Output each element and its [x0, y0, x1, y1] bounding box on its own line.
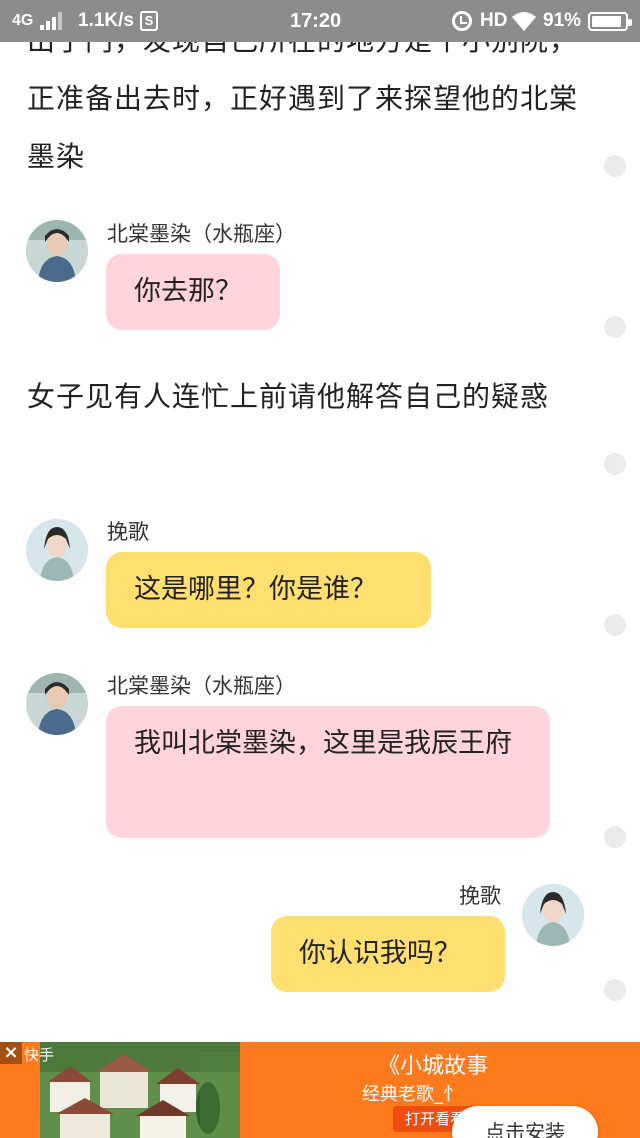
ad-image [40, 1042, 240, 1138]
avatar-beitang-moran[interactable] [26, 673, 88, 735]
network-type: 4G [12, 12, 34, 29]
message-bubble[interactable]: 你去那？ [106, 254, 280, 330]
clock: 17:20 [290, 10, 342, 32]
s-app-icon: S [140, 11, 158, 31]
wifi-icon [512, 12, 536, 31]
message-text: 我叫北棠墨染，这里是我辰王府 [134, 728, 512, 759]
speaker-name: 挽歌 [107, 520, 149, 544]
comment-dot[interactable] [604, 979, 626, 1001]
message-bubble[interactable]: 我叫北棠墨染，这里是我辰王府 [106, 706, 550, 838]
comment-dot[interactable] [604, 155, 626, 177]
story-paragraph: 女子见有人连忙上前请他解答自己的疑惑 [27, 380, 550, 413]
message-bubble[interactable]: 你认识我吗？ [271, 916, 505, 992]
ad-source-label: 快手 [24, 1046, 55, 1064]
ad-title: 《小城故事 [378, 1054, 489, 1079]
message-bubble[interactable]: 这是哪里？你是谁？ [106, 552, 431, 628]
speaker-name: 挽歌 [459, 884, 501, 908]
status-bar: 4G 1.1K/s S 17:20 HD 91% [0, 0, 640, 42]
signal-icon [40, 12, 64, 30]
hd-indicator: HD [480, 10, 508, 31]
alarm-icon [452, 11, 472, 31]
comment-dot[interactable] [604, 614, 626, 636]
story-paragraph: 出了门，发现自己所在的地方是个小别院，正准备出去时，正好遇到了来探望他的北棠墨染 [27, 42, 579, 173]
battery-percent: 91% [543, 10, 582, 31]
ad-subtitle: 经典老歌_忄 [362, 1084, 461, 1105]
avatar-wange[interactable] [522, 884, 584, 946]
network-speed: 1.1K/s [78, 10, 134, 31]
message-text: 你认识我吗？ [299, 938, 461, 969]
comment-dot[interactable] [604, 453, 626, 475]
avatar-beitang-moran[interactable] [26, 220, 88, 282]
message-text: 你去那？ [134, 276, 242, 307]
speaker-name: 北棠墨染（水瓶座） [107, 222, 296, 246]
ad-banner[interactable]: × 快手 《小城故事 经典老歌_忄 打开看看 点击安装 [0, 1042, 640, 1138]
comment-dot[interactable] [604, 316, 626, 338]
story-content[interactable]: 出了门，发现自己所在的地方是个小别院，正准备出去时，正好遇到了来探望他的北棠墨染… [0, 42, 640, 1042]
message-text: 这是哪里？你是谁？ [134, 574, 377, 605]
battery-fill [592, 16, 621, 27]
ad-install-button[interactable]: 点击安装 [452, 1106, 598, 1138]
avatar-wange[interactable] [26, 519, 88, 581]
battery-icon [588, 12, 632, 31]
comment-dot[interactable] [604, 826, 626, 848]
ad-close-icon[interactable]: × [0, 1042, 22, 1064]
speaker-name: 北棠墨染（水瓶座） [107, 674, 296, 698]
